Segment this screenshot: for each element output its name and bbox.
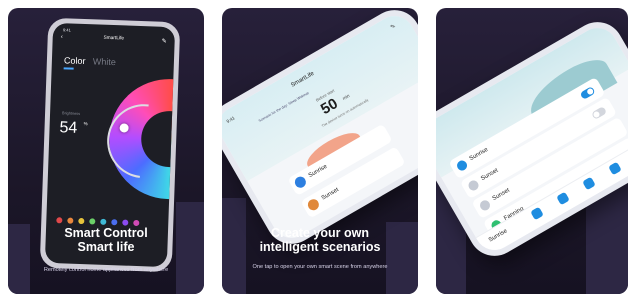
scene-tab-icon[interactable]: [556, 191, 570, 206]
edit-icon[interactable]: ✎: [161, 38, 166, 45]
scene-row-label: Sunset: [491, 187, 511, 203]
toggle-knob: [586, 87, 595, 96]
toggle-knob: [592, 110, 601, 119]
brightness-unit: %: [83, 121, 88, 127]
scene-toggle[interactable]: [579, 86, 596, 101]
color-swatch[interactable]: [89, 218, 96, 225]
color-swatch[interactable]: [67, 217, 74, 224]
active-tab-indicator: [63, 67, 74, 70]
scene-row-label: Sunrise: [468, 146, 490, 163]
home-tab-icon[interactable]: [530, 206, 544, 221]
moon-icon: [478, 198, 492, 213]
promo-card-scenes: Sunrise Sunset Sunset Fanning Sunrise: [436, 8, 628, 294]
headline-line-1: Create your own: [271, 226, 369, 240]
status-time: 9:41: [62, 27, 71, 33]
moon-icon: [305, 197, 321, 213]
moon-icon: [466, 178, 481, 193]
color-swatch[interactable]: [111, 219, 118, 226]
scene-row-label: Sunrise: [487, 228, 509, 244]
color-swatch[interactable]: [100, 218, 107, 225]
color-swatch[interactable]: [56, 217, 63, 224]
phone-screen: 9:41 SmartLife ✎ Scenario for the day: S…: [222, 8, 418, 246]
sun-icon: [455, 158, 469, 173]
scene-toggle[interactable]: [591, 106, 608, 120]
smart-tab-icon[interactable]: [582, 176, 596, 191]
promo-card-scenarios: 9:41 SmartLife ✎ Scenario for the day: S…: [222, 8, 418, 294]
color-swatch[interactable]: [122, 219, 129, 226]
tab-white[interactable]: White: [93, 56, 116, 67]
headline-line-2: Smart life: [77, 240, 135, 254]
caption: Remotely control home appliances from an…: [43, 267, 169, 273]
scene-row-label: Sunrise: [307, 163, 329, 180]
headline-line-1: Smart Control: [64, 226, 148, 240]
color-swatch[interactable]: [78, 217, 85, 225]
sun-icon: [292, 174, 308, 190]
scene-row-label: Sunset: [480, 167, 500, 183]
scene-row-label: Sunset: [320, 187, 340, 202]
phone-mockup: 9:41 SmartLife ✎ Scenario for the day: S…: [222, 8, 418, 254]
caption: One tap to open your own smart scene fro…: [252, 264, 388, 270]
brightness-value: 54: [59, 119, 78, 137]
brightness-label: Brightness: [62, 111, 81, 116]
tab-color[interactable]: Color: [64, 55, 86, 66]
headline-line-2: intelligent scenarios: [259, 240, 381, 254]
profile-tab-icon[interactable]: [608, 161, 622, 176]
promo-card-smart-control: 9:41 ‹ SmartLife ✎ Color White Brightnes…: [8, 8, 204, 294]
